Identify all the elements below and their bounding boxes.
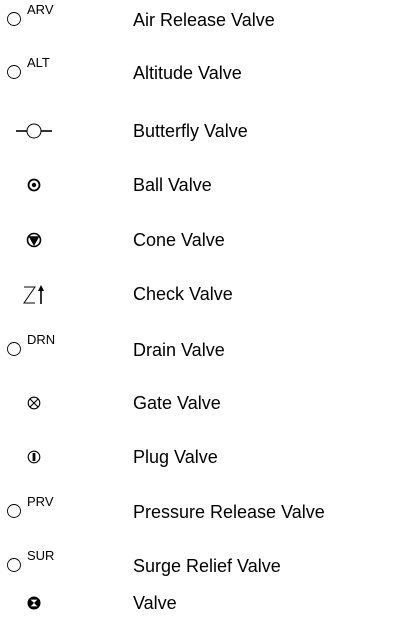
circle-icon: [7, 558, 21, 572]
surge-relief-valve-symbol: SUR: [6, 546, 82, 586]
legend-label: Valve: [133, 593, 177, 613]
legend-row-check-valve: Check Valve: [0, 274, 397, 314]
ball-valve-icon: [27, 178, 41, 192]
gate-valve-symbol: [6, 383, 82, 423]
circle-icon: [7, 504, 21, 518]
air-release-valve-symbol: ARV: [6, 0, 82, 40]
legend-label: Drain Valve: [133, 340, 225, 360]
legend-row-plug-valve: Plug Valve: [0, 437, 397, 477]
legend-row-altitude-valve: ALT Altitude Valve: [0, 53, 397, 93]
check-valve-icon: [23, 285, 44, 304]
symbol-abbreviation: PRV: [27, 494, 54, 509]
circle-icon: [7, 342, 21, 356]
symbol-abbreviation: DRN: [27, 332, 56, 347]
pressure-release-valve-symbol: PRV: [6, 492, 82, 532]
symbol-abbreviation: ALT: [27, 55, 50, 70]
circle-icon: [7, 12, 21, 26]
legend-row-pressure-release-valve: PRV Pressure Release Valve: [0, 492, 397, 532]
legend-row-drain-valve: DRN Drain Valve: [0, 330, 397, 370]
valve-legend: ARV Air Release Valve ALT Altitude Valve…: [0, 0, 397, 623]
legend-row-air-release-valve: ARV Air Release Valve: [0, 0, 397, 40]
legend-label: Ball Valve: [133, 175, 212, 195]
circle-icon: [7, 65, 21, 79]
plug-valve-icon: [27, 450, 41, 464]
plug-valve-symbol: [6, 437, 82, 477]
legend-label: Altitude Valve: [133, 63, 242, 83]
gate-valve-icon: [27, 396, 41, 410]
butterfly-valve-symbol: [6, 111, 82, 151]
legend-label: Gate Valve: [133, 393, 221, 413]
butterfly-valve-icon: [16, 123, 52, 139]
legend-label: Surge Relief Valve: [133, 556, 281, 576]
legend-label: Check Valve: [133, 284, 233, 304]
valve-icon: [27, 596, 41, 610]
legend-row-surge-relief-valve: SUR Surge Relief Valve: [0, 546, 397, 586]
legend-row-gate-valve: Gate Valve: [0, 383, 397, 423]
symbol-abbreviation: ARV: [27, 2, 54, 17]
legend-label: Butterfly Valve: [133, 121, 248, 141]
drain-valve-symbol: DRN: [6, 330, 82, 370]
cone-valve-icon: [26, 232, 42, 248]
legend-row-ball-valve: Ball Valve: [0, 165, 397, 205]
legend-label: Plug Valve: [133, 447, 218, 467]
cone-valve-symbol: [6, 220, 82, 260]
legend-row-butterfly-valve: Butterfly Valve: [0, 111, 397, 151]
legend-label: Air Release Valve: [133, 10, 275, 30]
ball-valve-symbol: [6, 165, 82, 205]
legend-label: Pressure Release Valve: [133, 502, 325, 522]
legend-label: Cone Valve: [133, 230, 225, 250]
check-valve-symbol: [6, 274, 82, 314]
valve-symbol: [6, 583, 82, 623]
altitude-valve-symbol: ALT: [6, 53, 82, 93]
symbol-abbreviation: SUR: [27, 548, 55, 563]
legend-row-cone-valve: Cone Valve: [0, 220, 397, 260]
legend-row-valve: Valve: [0, 583, 397, 623]
